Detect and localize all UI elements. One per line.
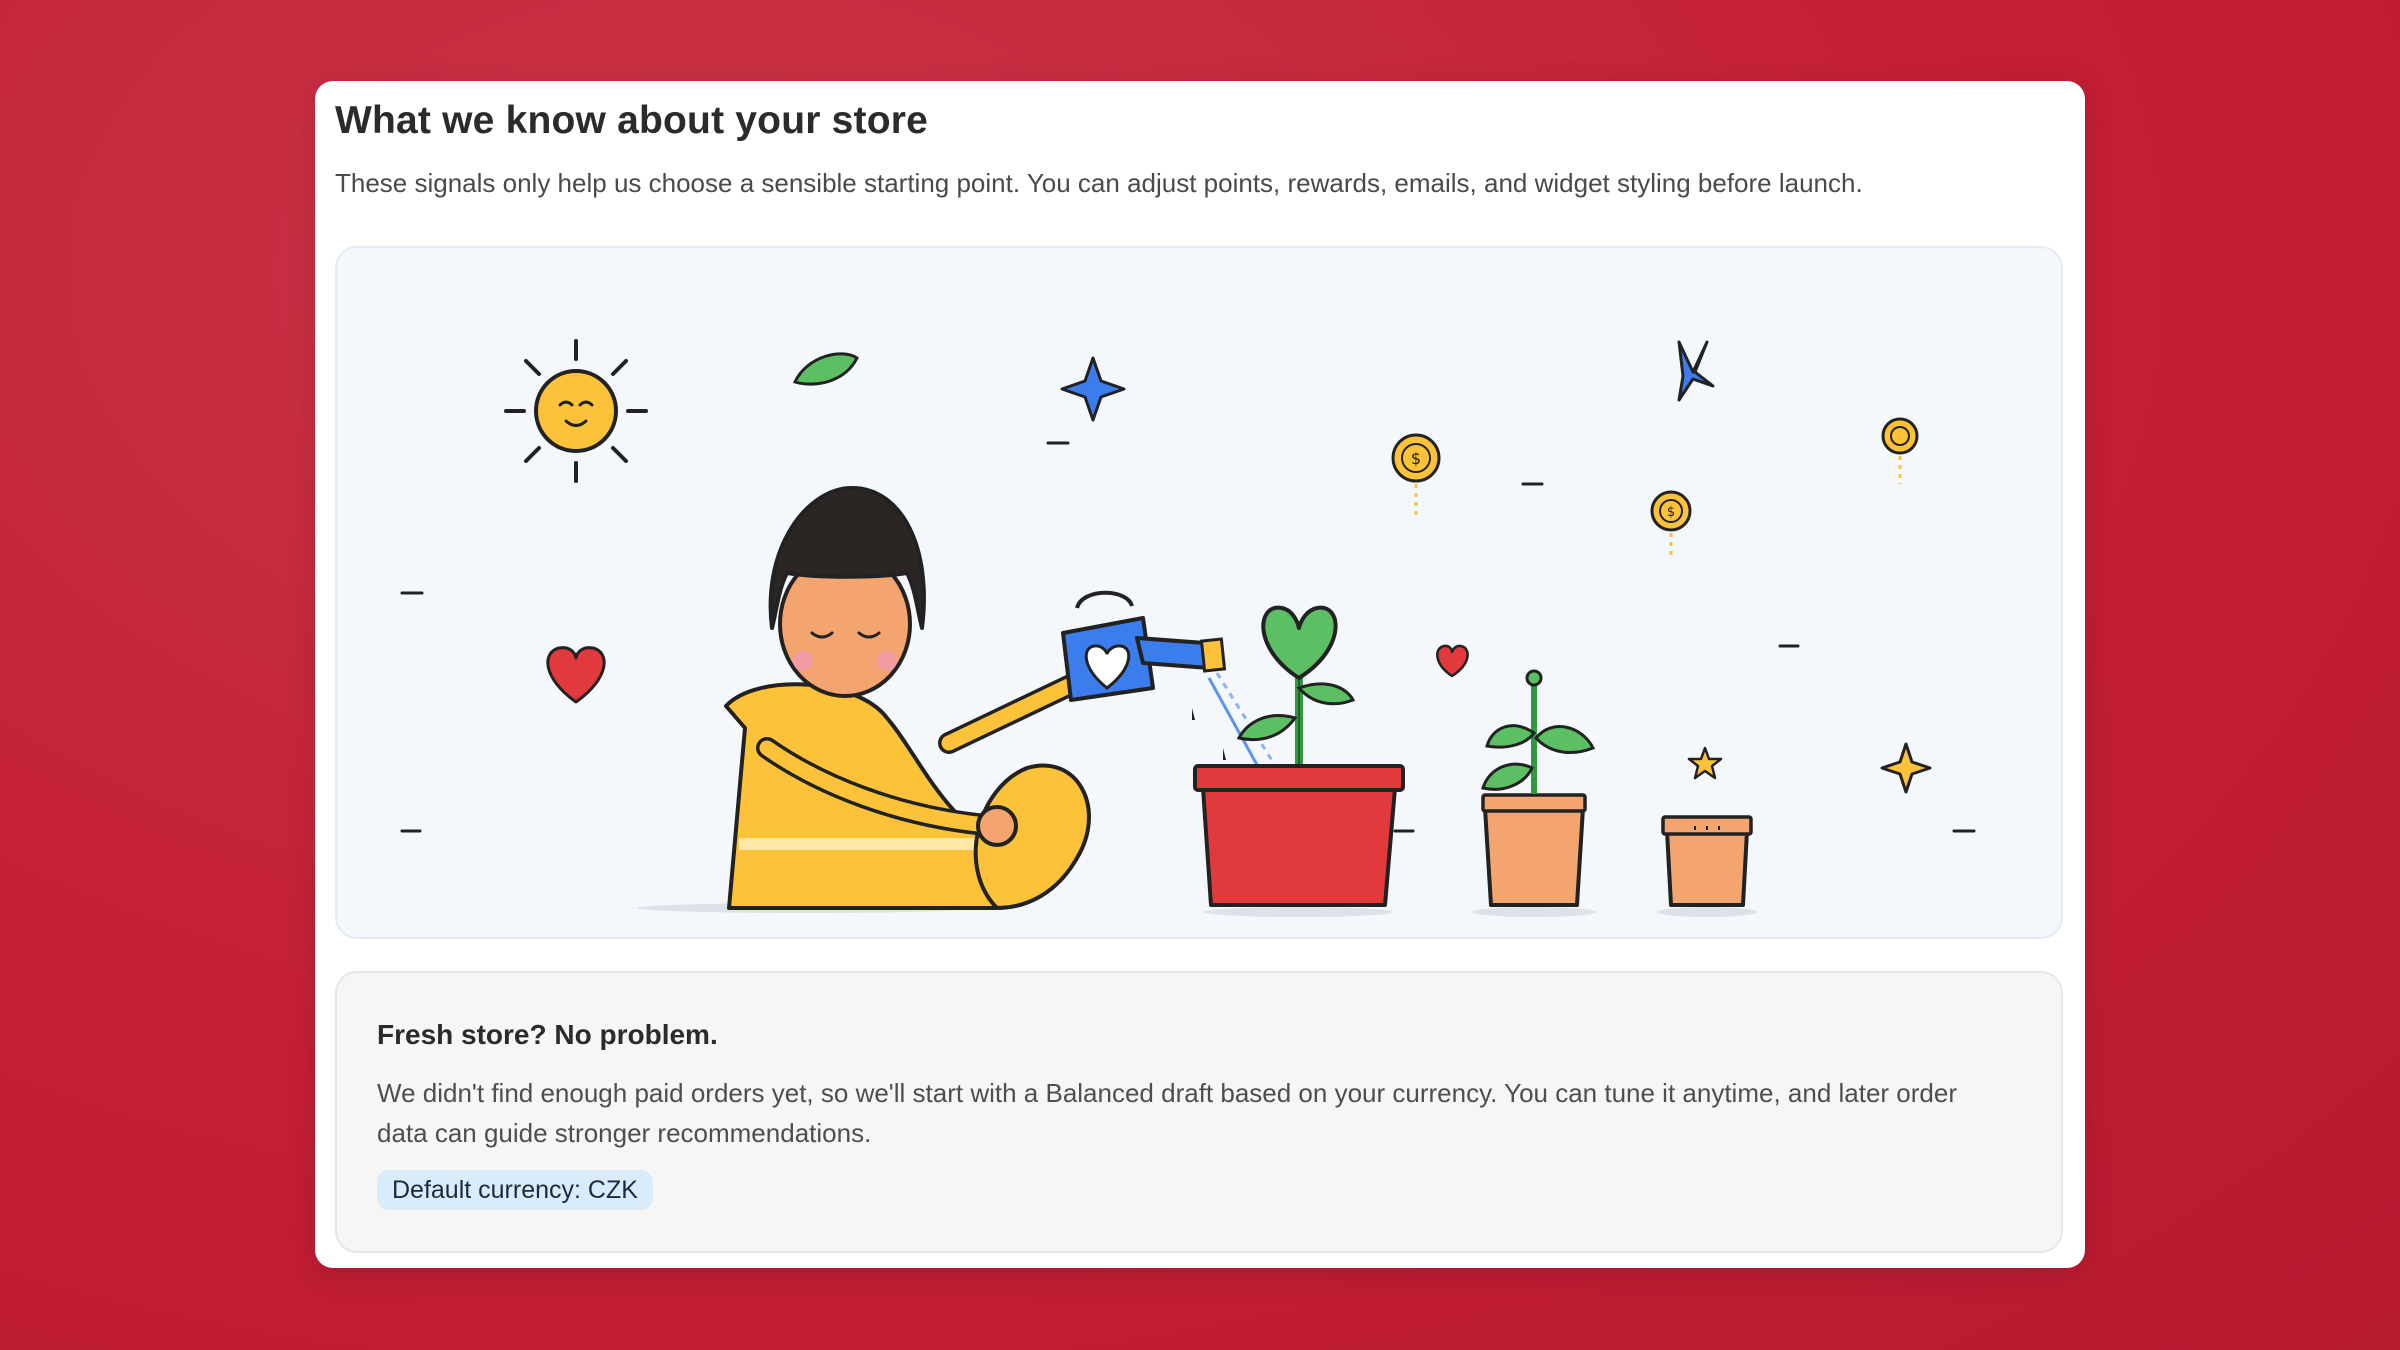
plant-pot-icon — [1472, 669, 1596, 917]
card-title: What we know about your store — [335, 99, 929, 142]
coin-icon: $ — [1391, 433, 1441, 520]
store-signals-card: What we know about your store These sign… — [315, 81, 2085, 1268]
star-icon — [1687, 746, 1723, 780]
svg-text:$: $ — [1667, 505, 1675, 520]
currency-badge: Default currency: CZK — [377, 1170, 653, 1210]
heart-icon — [1436, 644, 1469, 678]
plant-pot-icon — [1657, 815, 1757, 917]
svg-text:$: $ — [1411, 449, 1421, 468]
coin-icon — [1881, 417, 1919, 484]
coin-icon: $ — [1650, 490, 1692, 558]
sun-icon — [504, 339, 648, 483]
watering-can-icon — [1061, 590, 1285, 784]
illustration-panel: $ $ — [335, 246, 2063, 939]
leaf-icon — [792, 352, 859, 386]
gardener-figure — [637, 486, 1091, 913]
card-subtitle: These signals only help us choose a sens… — [335, 168, 1863, 198]
notice-body: We didn't find enough paid orders yet, s… — [377, 1078, 1957, 1148]
notice-title: Fresh store? No problem. — [377, 1019, 718, 1050]
sparkle-icon — [1677, 340, 1715, 402]
gardening-illustration: $ $ — [400, 339, 1976, 917]
sparkle-icon — [1880, 742, 1932, 794]
dash-decorations — [400, 441, 1976, 833]
fresh-store-notice: Fresh store? No problem. We didn't find … — [335, 971, 2063, 1253]
sparkle-icon — [1060, 356, 1126, 422]
heart-icon — [546, 646, 606, 704]
